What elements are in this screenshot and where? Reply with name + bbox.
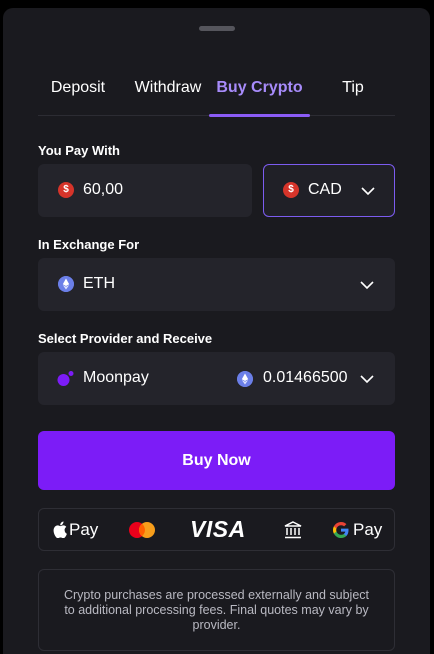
drag-handle[interactable]: [199, 26, 235, 31]
provider-name: Moonpay: [83, 369, 149, 386]
bank-icon: [283, 509, 303, 550]
tab-withdraw[interactable]: Withdraw: [128, 70, 208, 116]
buy-now-button[interactable]: Buy Now: [38, 431, 395, 490]
mastercard-icon: [127, 509, 157, 550]
dollar-coin-icon: $: [58, 182, 74, 198]
pay-label: You Pay With: [38, 143, 120, 158]
crypto-asset-select[interactable]: ETH: [38, 258, 395, 311]
processing-notice: Crypto purchases are processed externall…: [38, 569, 395, 651]
apple-pay-icon: Pay: [53, 509, 98, 550]
pay-amount-field[interactable]: $ 60,00: [38, 164, 252, 217]
tab-deposit[interactable]: Deposit: [38, 70, 118, 116]
visa-label: VISA: [190, 516, 246, 542]
payment-methods: Pay VISA Pay: [38, 508, 395, 551]
google-pay-icon: Pay: [333, 509, 382, 550]
chevron-down-icon: [361, 187, 375, 196]
receive-amount: 0.01466500: [263, 369, 348, 386]
dollar-coin-icon: $: [283, 182, 299, 198]
tab-buy-crypto[interactable]: Buy Crypto: [209, 70, 310, 117]
buy-crypto-panel: Deposit Withdraw Buy Crypto Tip You Pay …: [3, 8, 430, 654]
tab-bar: Deposit Withdraw Buy Crypto Tip: [38, 70, 395, 117]
chevron-down-icon: [360, 375, 374, 384]
visa-icon: VISA: [190, 509, 246, 550]
apple-pay-label: Pay: [69, 519, 99, 539]
provider-label: Select Provider and Receive: [38, 331, 213, 346]
ethereum-icon: [58, 276, 74, 292]
chevron-down-icon: [360, 281, 374, 290]
currency-value: CAD: [308, 181, 342, 198]
exchange-label: In Exchange For: [38, 237, 140, 252]
currency-select[interactable]: $ CAD: [263, 164, 395, 217]
pay-amount-value: 60,00: [83, 181, 124, 198]
google-pay-label: Pay: [353, 519, 383, 539]
crypto-asset-value: ETH: [83, 275, 115, 292]
moonpay-icon: [57, 371, 74, 386]
tab-tip[interactable]: Tip: [328, 70, 378, 116]
provider-select[interactable]: Moonpay 0.01466500: [38, 352, 395, 405]
ethereum-icon: [237, 371, 253, 387]
